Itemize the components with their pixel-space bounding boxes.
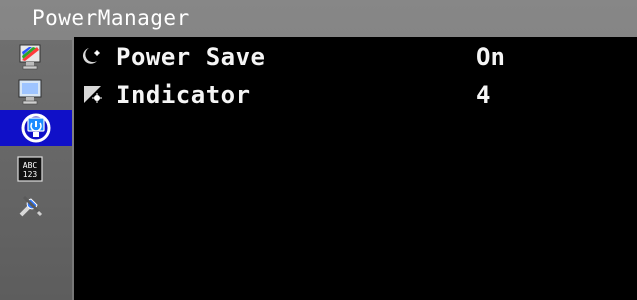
menu-value-indicator: 4 — [476, 81, 491, 109]
indicator-icon — [84, 86, 102, 103]
menu-row-indicator[interactable]: Indicator 4 — [82, 79, 622, 109]
sidebar-item-power-manager[interactable] — [0, 110, 72, 146]
screen-monitor-icon[interactable] — [15, 77, 45, 107]
menu-panel: Power Save On Indicator 4 — [74, 37, 637, 300]
svg-text:123: 123 — [23, 170, 38, 179]
language-abc-123-icon[interactable]: ABC 123 — [15, 154, 45, 184]
menu-value-power-save: On — [476, 43, 505, 71]
menu-label-power-save: Power Save — [116, 43, 266, 71]
menu-label-indicator: Indicator — [116, 81, 251, 109]
svg-text:ABC: ABC — [23, 161, 38, 170]
menu-row-power-save[interactable]: Power Save On — [82, 41, 622, 71]
color-monitor-icon[interactable] — [15, 42, 45, 72]
power-save-icon — [82, 48, 100, 64]
tools-icon[interactable] — [15, 190, 45, 220]
power-manager-icon — [21, 113, 51, 143]
osd-window: PowerManager ABC 123 Power Save On Indic… — [0, 0, 637, 300]
sidebar: ABC 123 — [0, 40, 72, 300]
window-title: PowerManager — [32, 6, 190, 30]
